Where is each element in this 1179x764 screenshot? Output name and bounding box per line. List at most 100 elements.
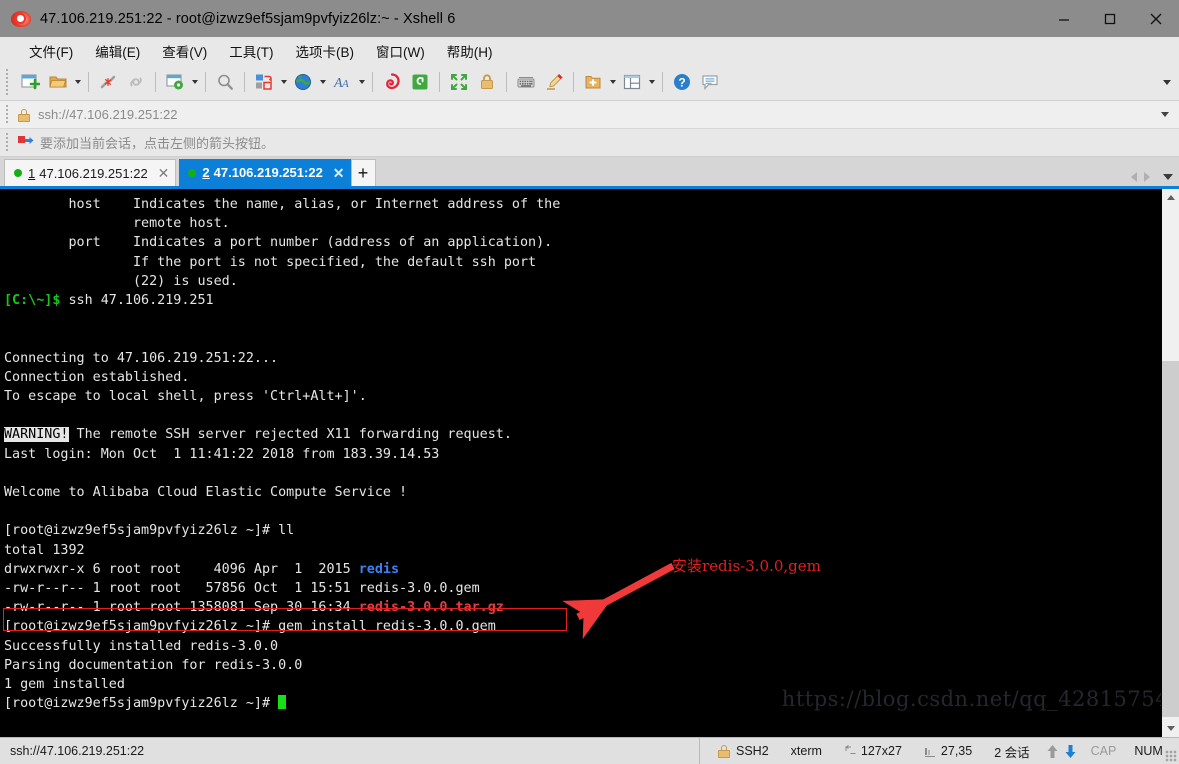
lock-icon[interactable] — [473, 68, 501, 96]
terminal-area: host Indicates the name, alias, or Inter… — [0, 189, 1179, 737]
menu-tools[interactable]: 工具(T) — [218, 38, 284, 64]
new-tab-button[interactable]: + — [350, 159, 376, 186]
find-icon[interactable] — [211, 68, 239, 96]
address-bar-grip[interactable] — [3, 104, 12, 125]
new-session-icon[interactable] — [16, 68, 44, 96]
add-folder-icon[interactable] — [579, 68, 607, 96]
svg-text:?: ? — [678, 76, 685, 90]
terminal-line: To escape to local shell, press 'Ctrl+Al… — [4, 387, 1161, 406]
transfer-icon[interactable] — [250, 68, 278, 96]
scroll-up-icon[interactable] — [1162, 189, 1179, 206]
open-folder-icon[interactable] — [44, 68, 72, 96]
toolbar-overflow-icon[interactable] — [1163, 64, 1171, 100]
terminal-line: -rw-r--r-- 1 root root 57856 Oct 1 15:51… — [4, 579, 1161, 598]
fullscreen-icon[interactable] — [445, 68, 473, 96]
prev-tab-icon[interactable] — [1131, 172, 1137, 182]
help-icon[interactable]: ? — [668, 68, 696, 96]
menu-window[interactable]: 窗口(W) — [365, 38, 436, 64]
open-folder-dropdown-icon[interactable] — [72, 68, 83, 96]
tab-label: 47.106.219.251:22 — [39, 165, 148, 181]
session-properties-icon[interactable] — [161, 68, 189, 96]
status-security: SSH2 — [718, 744, 769, 758]
globe-icon[interactable] — [289, 68, 317, 96]
tab-bar: 1 47.106.219.251:22 ✕ 2 47.106.219.251:2… — [0, 157, 1179, 186]
toolbar-separator — [372, 72, 373, 92]
status-terminal-type: xterm — [790, 744, 822, 758]
terminal-scrollbar[interactable] — [1161, 189, 1179, 737]
maximize-button[interactable] — [1087, 0, 1133, 37]
highlight-icon[interactable] — [540, 68, 568, 96]
status-bar: ssh://47.106.219.251:22 SSH2 xterm 127x2… — [0, 737, 1179, 764]
address-dropdown-icon[interactable] — [1161, 101, 1169, 128]
disconnect-icon[interactable] — [94, 68, 122, 96]
terminal-text: -rw-r--r-- 1 root root 57856 Oct 1 15:51… — [4, 581, 480, 597]
globe-dropdown-icon[interactable] — [317, 68, 328, 96]
address-bar[interactable]: ssh://47.106.219.251:22 — [0, 101, 1179, 129]
menu-edit[interactable]: 编辑(E) — [84, 38, 151, 64]
terminal-text: drwxrwxr-x 6 root root 4096 Apr 1 2015 — [4, 561, 359, 577]
terminal-text: total 1392 — [4, 542, 85, 558]
terminal-text: host Indicates the name, alias, or Inter… — [4, 197, 561, 212]
terminal-text: -rw-r--r-- 1 root root 1358081 Sep 30 16… — [4, 600, 359, 616]
terminal-line: [C:\~]$ ssh 47.106.219.251 — [4, 291, 1161, 310]
status-num: NUM — [1134, 744, 1163, 758]
tab-number: 2 — [202, 165, 210, 180]
menu-help[interactable]: 帮助(H) — [436, 38, 504, 64]
toolbar-separator — [573, 72, 574, 92]
tab-status-dot — [188, 168, 197, 177]
add-session-flag-icon — [17, 135, 34, 150]
toolbar-separator — [662, 72, 663, 92]
terminal-line: -rw-r--r-- 1 root root 1358081 Sep 30 16… — [4, 598, 1161, 617]
terminal-text: redis-3.0.0.tar.gz — [358, 600, 504, 616]
menu-tab[interactable]: 选项卡(B) — [285, 38, 366, 64]
screen-size-icon — [844, 744, 856, 754]
terminal-line: remote host. — [4, 214, 1161, 233]
hint-bar-grip[interactable] — [3, 132, 12, 153]
layout-dropdown-icon[interactable] — [646, 68, 657, 96]
status-sessions: 2 会话 — [994, 745, 1030, 760]
tab-label: 47.106.219.251:22 — [213, 165, 323, 180]
terminal-text: Last login: Mon Oct 1 11:41:22 2018 from… — [4, 446, 440, 462]
menu-view[interactable]: 查看(V) — [151, 38, 218, 64]
font-icon[interactable]: A A — [328, 68, 356, 96]
tab-close-icon[interactable]: ✕ — [333, 166, 345, 180]
add-folder-dropdown-icon[interactable] — [607, 68, 618, 96]
terminal-line: 1 gem installed — [4, 675, 1161, 694]
scroll-down-icon[interactable] — [1162, 720, 1179, 737]
terminal-line: total 1392 — [4, 541, 1161, 560]
resize-grip[interactable] — [1165, 750, 1177, 762]
terminal-line: Connection established. — [4, 368, 1161, 387]
sftp-icon[interactable] — [378, 68, 406, 96]
tab-list-icon[interactable] — [1163, 174, 1173, 180]
keyboard-icon[interactable] — [512, 68, 540, 96]
ftp-icon[interactable] — [406, 68, 434, 96]
terminal-text: Parsing documentation for redis-3.0.0 — [4, 657, 303, 673]
terminal-line: Last login: Mon Oct 1 11:41:22 2018 from… — [4, 445, 1161, 464]
tab-2[interactable]: 2 47.106.219.251:22 ✕ — [179, 159, 351, 186]
terminal-output[interactable]: host Indicates the name, alias, or Inter… — [0, 189, 1161, 737]
terminal-text: [root@izwz9ef5sjam9pvfyiz26lz ~]# — [4, 696, 279, 712]
svg-text:A: A — [341, 78, 349, 90]
close-button[interactable] — [1133, 0, 1179, 37]
menu-file[interactable]: 文件(F) — [18, 38, 84, 64]
minimize-button[interactable] — [1041, 0, 1087, 37]
layout-icon[interactable] — [618, 68, 646, 96]
transfer-dropdown-icon[interactable] — [278, 68, 289, 96]
terminal-line: Welcome to Alibaba Cloud Elastic Compute… — [4, 483, 1161, 502]
terminal-text: To escape to local shell, press 'Ctrl+Al… — [4, 389, 367, 405]
comment-icon[interactable] — [696, 68, 724, 96]
terminal-text: Successfully installed redis-3.0.0 — [4, 638, 279, 654]
address-input[interactable]: ssh://47.106.219.251:22 — [38, 107, 178, 122]
toolbar-grip[interactable] — [3, 69, 12, 95]
font-dropdown-icon[interactable] — [356, 68, 367, 96]
reconnect-icon[interactable] — [122, 68, 150, 96]
cursor-position-icon — [924, 747, 935, 757]
scrollbar-thumb[interactable] — [1162, 361, 1179, 717]
session-properties-dropdown-icon[interactable] — [189, 68, 200, 96]
next-tab-icon[interactable] — [1144, 172, 1150, 182]
hint-text: 要添加当前会话，点击左侧的箭头按钮。 — [40, 136, 275, 151]
tab-close-icon[interactable]: ✕ — [158, 166, 170, 180]
tab-1[interactable]: 1 47.106.219.251:22 ✕ — [4, 159, 177, 186]
